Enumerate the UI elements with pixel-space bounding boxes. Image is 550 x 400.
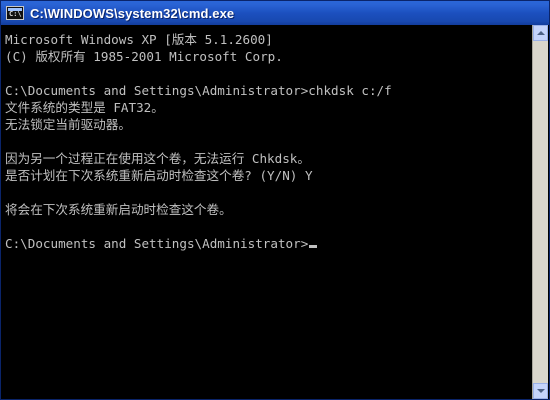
console-line-command: C:\Documents and Settings\Administrator>… xyxy=(5,83,392,98)
console-line-scheduled: 将会在下次系统重新启动时检查这个卷。 xyxy=(5,202,232,217)
console-line-prompt[interactable]: C:\Documents and Settings\Administrator> xyxy=(5,236,318,252)
console-line-copyright: (C) 版权所有 1985-2001 Microsoft Corp. xyxy=(5,49,283,64)
console-icon[interactable]: C:\ xyxy=(6,6,24,20)
console-line-schedule-prompt: 是否计划在下次系统重新启动时检查这个卷? (Y/N) Y xyxy=(5,168,313,183)
window-title: C:\WINDOWS\system32\cmd.exe xyxy=(30,5,235,21)
window-titlebar[interactable]: C:\ C:\WINDOWS\system32\cmd.exe xyxy=(1,1,549,25)
console-line-lock-error: 无法锁定当前驱动器。 xyxy=(5,117,131,132)
console-line-volume-in-use: 因为另一个过程正在使用这个卷，无法运行 Chkdsk。 xyxy=(5,151,310,166)
console-output[interactable]: Microsoft Windows XP [版本 5.1.2600] (C) 版… xyxy=(2,25,534,399)
vertical-scrollbar[interactable] xyxy=(532,25,548,399)
console-line-version: Microsoft Windows XP [版本 5.1.2600] xyxy=(5,32,273,47)
scroll-up-icon[interactable] xyxy=(533,25,548,41)
console-line-filesystem: 文件系统的类型是 FAT32。 xyxy=(5,100,164,115)
scroll-down-icon[interactable] xyxy=(533,383,548,399)
cmd-window: C:\ C:\WINDOWS\system32\cmd.exe Microsof… xyxy=(0,0,550,400)
text-cursor xyxy=(309,245,318,248)
console-icon-label: C:\ xyxy=(9,10,22,18)
console-prompt-text: C:\Documents and Settings\Administrator> xyxy=(5,236,309,251)
